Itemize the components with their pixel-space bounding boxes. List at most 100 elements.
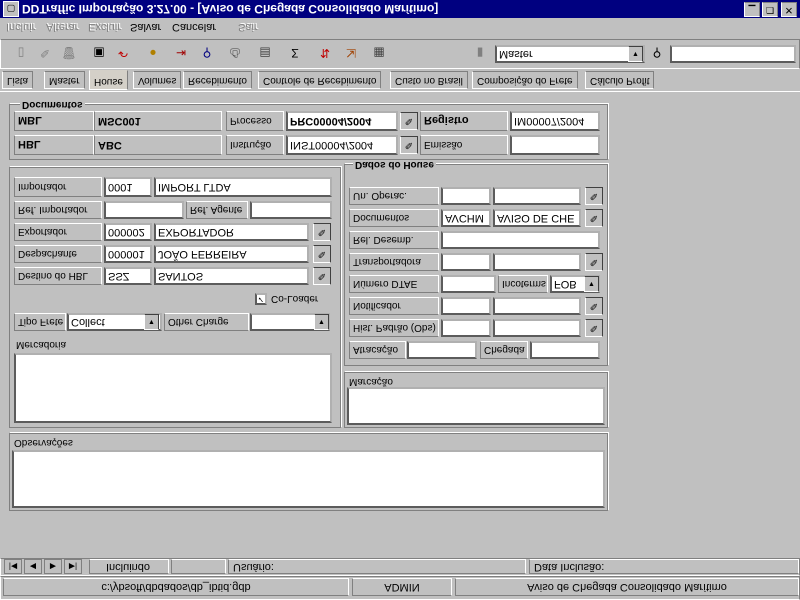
export-icon[interactable]: ⇲: [342, 44, 360, 62]
importador-code-field[interactable]: 0001: [104, 177, 152, 197]
chevron-down-icon[interactable]: ▼: [144, 314, 159, 330]
lookup-icon[interactable]: ✎: [585, 209, 603, 227]
save-icon[interactable]: ▣: [90, 44, 108, 62]
sum-icon[interactable]: Σ: [286, 44, 304, 62]
minimize-icon[interactable]: ▁: [744, 2, 760, 17]
chevron-down-icon[interactable]: ▼: [314, 314, 329, 330]
search-input[interactable]: [670, 45, 796, 63]
search-icon[interactable]: ⚲: [648, 44, 666, 62]
documentos-code-field[interactable]: AVCHM: [441, 209, 491, 227]
marcacao-memo[interactable]: [347, 387, 605, 425]
menu-salvar[interactable]: Salvar: [130, 20, 161, 34]
chevron-down-icon[interactable]: ▼: [628, 46, 643, 62]
documentos-name-field[interactable]: AVISO DE CHE: [493, 209, 581, 227]
tab-house[interactable]: House: [89, 70, 128, 90]
rel-desemb-label: Rel. Desemb.: [349, 231, 439, 249]
print-icon[interactable]: ⎙: [226, 44, 244, 62]
menu-sair[interactable]: Sair: [238, 20, 258, 34]
instrucao-field[interactable]: INST00004/2004: [286, 135, 398, 155]
hist-padrao-name-field[interactable]: [493, 319, 581, 337]
close-icon[interactable]: ✕: [781, 2, 797, 17]
menu-cancelar[interactable]: Cancelar: [172, 20, 216, 34]
processo-field[interactable]: PRC00004/2004: [286, 111, 398, 131]
importador-label: Importador: [14, 177, 102, 197]
next-record-icon[interactable]: ▶: [44, 559, 62, 574]
lookup-icon[interactable]: ✎: [585, 297, 603, 315]
import-icon[interactable]: ⇥: [172, 44, 190, 62]
destino-code-field[interactable]: SSZ: [104, 267, 152, 285]
registro-field[interactable]: IM00007/2004: [510, 111, 600, 131]
lookup-icon[interactable]: ✎: [313, 223, 331, 241]
transportadora-code-field[interactable]: [441, 253, 491, 271]
filter-icon[interactable]: ⚲: [198, 44, 216, 62]
filter-select[interactable]: Master: [495, 45, 645, 63]
last-record-icon[interactable]: ▶|: [64, 559, 82, 574]
coloader-checkbox[interactable]: ✓ Co-Loader: [255, 291, 331, 307]
transportadora-name-field[interactable]: [493, 253, 581, 271]
despachante-code-field[interactable]: 000001: [104, 245, 152, 263]
tab-controle-recebimento[interactable]: Controle de Recebimento: [258, 71, 382, 89]
atracacao-field[interactable]: [407, 341, 477, 359]
edit-icon[interactable]: ✎: [36, 44, 54, 62]
un-operac-label: Un. Operac.: [349, 187, 439, 205]
lookup-icon[interactable]: ✎: [585, 253, 603, 271]
un-operac-name-field[interactable]: [493, 187, 581, 205]
main-panel: Observações Mercadoria Tipo Frete Collec…: [3, 92, 799, 556]
menu-excluir[interactable]: Excluir: [88, 20, 121, 34]
coloader-label: Co-Loader: [271, 293, 319, 305]
calendar-icon[interactable]: ▦: [370, 44, 388, 62]
emissao-field[interactable]: [510, 135, 600, 155]
window-title: DDTraffic Importação 3.27.00 - [Aviso de…: [22, 2, 439, 16]
tab-master[interactable]: Master: [44, 71, 85, 89]
despachante-name-field[interactable]: JOÃO FERREIRA: [154, 245, 309, 263]
exportador-code-field[interactable]: 000002: [104, 223, 152, 241]
app-icon[interactable]: ▢: [3, 1, 19, 17]
tab-composicao-frete[interactable]: Composição do Frete: [472, 71, 578, 89]
importador-name-field[interactable]: IMPORT LTDA: [154, 177, 332, 197]
observacoes-memo[interactable]: [12, 450, 605, 508]
numero-dtae-field[interactable]: [441, 275, 496, 293]
exportador-label: Exportador: [14, 223, 102, 241]
notificador-name-field[interactable]: [493, 297, 581, 315]
rel-desemb-field[interactable]: [441, 231, 600, 249]
undo-icon[interactable]: ↶: [114, 44, 132, 62]
notificador-code-field[interactable]: [441, 297, 491, 315]
delete-icon[interactable]: 🗑: [60, 44, 78, 62]
numero-dtae-label: Número DTAE: [349, 275, 439, 293]
ref-agente-field[interactable]: [250, 201, 332, 219]
prior-record-icon[interactable]: ◀: [24, 559, 42, 574]
lookup-icon[interactable]: ✎: [400, 112, 418, 130]
chegada-field[interactable]: [530, 341, 600, 359]
lookup-icon[interactable]: ✎: [313, 267, 331, 285]
atracacao-label: Atracação: [349, 341, 406, 359]
restore-icon[interactable]: ❐: [762, 2, 778, 17]
sort-icon[interactable]: ⇅: [316, 44, 334, 62]
destino-name-field[interactable]: SANTOS: [154, 267, 309, 285]
new-icon[interactable]: ▯: [12, 44, 30, 62]
tab-lista[interactable]: Lista: [2, 71, 34, 89]
lookup-icon[interactable]: ✎: [585, 319, 603, 337]
hist-padrao-code-field[interactable]: [441, 319, 491, 337]
first-record-icon[interactable]: |◀: [4, 559, 22, 574]
notificador-label: Notificador: [349, 297, 439, 315]
chevron-down-icon[interactable]: ▼: [584, 276, 599, 292]
menu-alterar[interactable]: Alterar: [46, 20, 78, 34]
report-icon[interactable]: ▤: [256, 44, 274, 62]
help-icon[interactable]: ●: [144, 44, 162, 62]
lookup-icon[interactable]: ✎: [400, 136, 418, 154]
tab-custo-brasil[interactable]: Custo no Brasil: [390, 71, 468, 89]
marcacao-group: Marcação: [344, 372, 608, 428]
tab-recebimento[interactable]: Recebimento: [183, 71, 252, 89]
lookup-icon[interactable]: ✎: [585, 187, 603, 205]
tab-calculo-profit[interactable]: Cálculo Profit: [585, 71, 655, 89]
despachante-label: Despachante: [14, 245, 102, 263]
un-operac-code-field[interactable]: [441, 187, 491, 205]
processo-label: Processo: [226, 111, 284, 131]
status-bar-top: c:/ybsoft/dbdados/db_ibtid.gdb ADMIN Avi…: [0, 576, 800, 600]
menu-incluir[interactable]: Incluir: [6, 20, 35, 34]
tab-volumes[interactable]: Volumes: [133, 71, 182, 89]
mercadoria-memo[interactable]: [14, 353, 332, 423]
ref-importador-field[interactable]: [104, 201, 184, 219]
lookup-icon[interactable]: ✎: [313, 245, 331, 263]
exportador-name-field[interactable]: EXPORTADOR: [154, 223, 309, 241]
